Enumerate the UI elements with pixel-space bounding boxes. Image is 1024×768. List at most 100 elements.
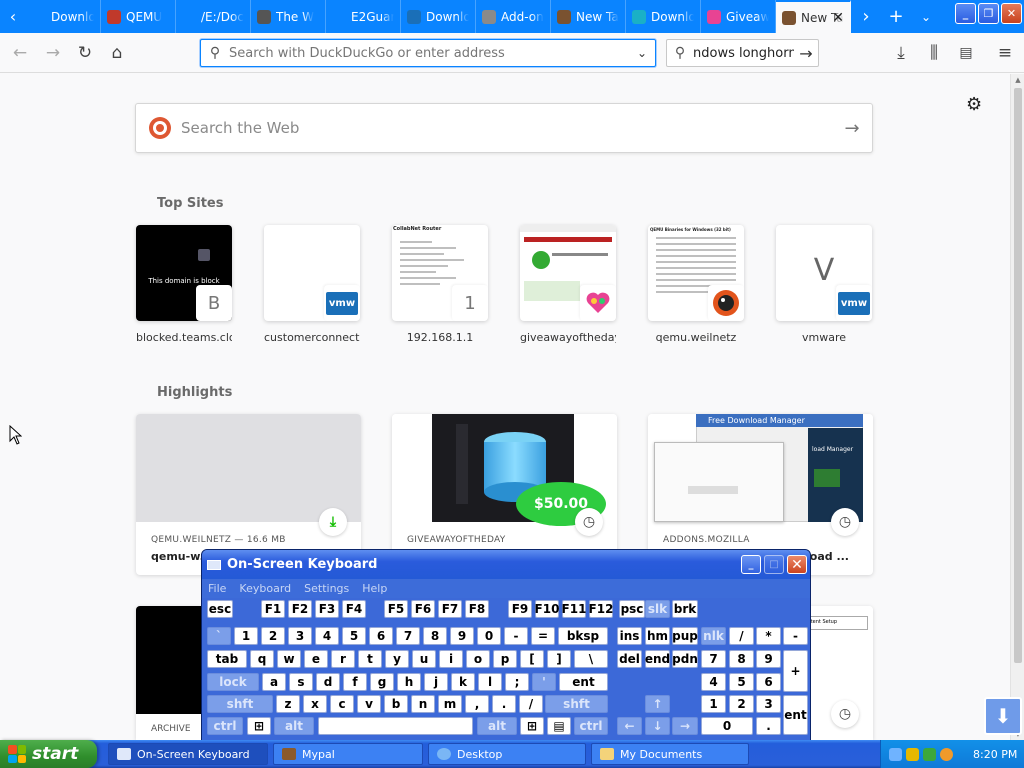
osk-key[interactable]: ⊞	[247, 717, 271, 735]
osk-key[interactable]: 8	[729, 650, 754, 668]
osk-key[interactable]: 9	[450, 627, 474, 645]
osk-key[interactable]: q	[250, 650, 274, 668]
taskbar-item-desktop[interactable]: Desktop	[428, 743, 586, 765]
menu-icon[interactable]: ≡	[994, 42, 1016, 64]
list-all-tabs-icon[interactable]: ⌄	[911, 0, 941, 33]
osk-key[interactable]: ctrl	[207, 717, 243, 735]
osk-key[interactable]: ▤	[547, 717, 571, 735]
close-tab-icon[interactable]: ✕	[832, 10, 844, 26]
osk-key[interactable]: 1	[701, 695, 726, 713]
osk-key[interactable]: /	[729, 627, 754, 645]
start-button[interactable]: start	[0, 740, 97, 768]
osk-key[interactable]: F10	[535, 600, 559, 618]
osk-key[interactable]: alt	[274, 717, 314, 735]
osk-key[interactable]: p	[493, 650, 517, 668]
osk-key[interactable]: t	[358, 650, 382, 668]
osk-key[interactable]: 6	[756, 673, 781, 691]
osk-key[interactable]: d	[316, 673, 340, 691]
osk-key[interactable]: \	[574, 650, 608, 668]
osk-key[interactable]: ctrl	[574, 717, 608, 735]
osk-key[interactable]: ent	[783, 695, 808, 735]
osk-key[interactable]: 4	[701, 673, 726, 691]
taskbar-item-mypal[interactable]: Mypal	[273, 743, 423, 765]
osk-key[interactable]: -	[783, 627, 808, 645]
back-icon[interactable]: ←	[9, 42, 31, 64]
osk-key[interactable]: n	[411, 695, 435, 713]
top-site-tile[interactable]: QEMU Binaries for Windows (32 bit) qemu.…	[648, 225, 744, 344]
top-site-tile[interactable]: This domain is block B blocked.teams.clo…	[136, 225, 232, 344]
browser-tab[interactable]: Downlo	[626, 0, 701, 33]
osk-key[interactable]: y	[385, 650, 409, 668]
osk-key[interactable]: 2	[729, 695, 754, 713]
menu-keyboard[interactable]: Keyboard	[239, 582, 291, 595]
osk-key[interactable]: 7	[396, 627, 420, 645]
osk-key[interactable]: ↑	[645, 695, 670, 713]
osk-key[interactable]: shft	[207, 695, 273, 713]
osk-key[interactable]: F1	[261, 600, 285, 618]
osk-key[interactable]: F9	[508, 600, 532, 618]
osk-key[interactable]: o	[466, 650, 490, 668]
osk-key[interactable]: pdn	[672, 650, 698, 668]
osk-key[interactable]: 1	[234, 627, 258, 645]
network-icon[interactable]	[889, 747, 902, 761]
osk-key[interactable]: e	[304, 650, 328, 668]
osk-key[interactable]: f	[343, 673, 367, 691]
osk-key[interactable]: F6	[411, 600, 435, 618]
downloads-icon[interactable]: ⤓	[890, 42, 912, 64]
osk-key[interactable]: slk	[645, 600, 670, 618]
browser-tab[interactable]: Giveaw	[701, 0, 776, 33]
osk-key[interactable]: j	[424, 673, 448, 691]
osk-key[interactable]: '	[532, 673, 556, 691]
browser-tab[interactable]: The W	[251, 0, 326, 33]
minimize-icon[interactable]: _	[955, 3, 976, 24]
close-window-icon[interactable]: ✕	[1001, 3, 1022, 24]
osk-key[interactable]: ]	[547, 650, 571, 668]
osk-key[interactable]: 8	[423, 627, 447, 645]
osk-key[interactable]: z	[276, 695, 300, 713]
osk-key[interactable]: lock	[207, 673, 259, 691]
osk-key[interactable]: c	[330, 695, 354, 713]
tab-scroll-right-icon[interactable]: ›	[851, 0, 881, 33]
osk-key[interactable]: *	[756, 627, 781, 645]
top-site-tile[interactable]: CollabNet Router 1 192.168.1.1	[392, 225, 488, 344]
browser-tab[interactable]: New Ta	[551, 0, 626, 33]
browser-tab[interactable]: QEMU	[101, 0, 176, 33]
osk-key[interactable]: w	[277, 650, 301, 668]
osk-key[interactable]: 5	[342, 627, 366, 645]
osk-key[interactable]: 5	[729, 673, 754, 691]
osk-key[interactable]: F2	[288, 600, 312, 618]
osk-key[interactable]: 0	[477, 627, 501, 645]
osk-key[interactable]: v	[357, 695, 381, 713]
osk-key[interactable]: b	[384, 695, 408, 713]
library-icon[interactable]: ⫼	[923, 42, 945, 64]
osk-key[interactable]: ;	[505, 673, 529, 691]
osk-key[interactable]: .	[756, 717, 781, 735]
osk-key[interactable]: →	[672, 717, 698, 735]
arrow-right-icon[interactable]: →	[832, 118, 872, 139]
browser-tab[interactable]: Downlo	[26, 0, 101, 33]
osk-key[interactable]: 0	[701, 717, 753, 735]
osk-key[interactable]: r	[331, 650, 355, 668]
osk-key[interactable]: F7	[438, 600, 462, 618]
forward-icon[interactable]: →	[42, 42, 64, 64]
osk-key[interactable]: u	[412, 650, 436, 668]
update-icon[interactable]	[923, 747, 936, 761]
osk-key[interactable]: h	[397, 673, 421, 691]
osk-key[interactable]: .	[492, 695, 516, 713]
osk-key[interactable]: `	[207, 627, 231, 645]
osk-key[interactable]: del	[617, 650, 642, 668]
osk-key[interactable]: l	[478, 673, 502, 691]
browser-tab[interactable]: Add-ons	[476, 0, 551, 33]
osk-key[interactable]: s	[289, 673, 313, 691]
url-bar[interactable]: ⚲ ⌄	[200, 39, 656, 67]
reload-icon[interactable]: ↻	[74, 42, 96, 64]
osk-key[interactable]: 3	[288, 627, 312, 645]
gear-icon[interactable]: ⚙	[966, 94, 982, 115]
osk-key[interactable]: 4	[315, 627, 339, 645]
osk-key[interactable]: bksp	[558, 627, 608, 645]
osk-key[interactable]: psc	[619, 600, 645, 618]
top-site-tile[interactable]: V vmw vmware	[776, 225, 872, 344]
scrollbar-thumb[interactable]	[1014, 88, 1022, 663]
osk-key[interactable]: brk	[672, 600, 698, 618]
osk-key[interactable]: k	[451, 673, 475, 691]
